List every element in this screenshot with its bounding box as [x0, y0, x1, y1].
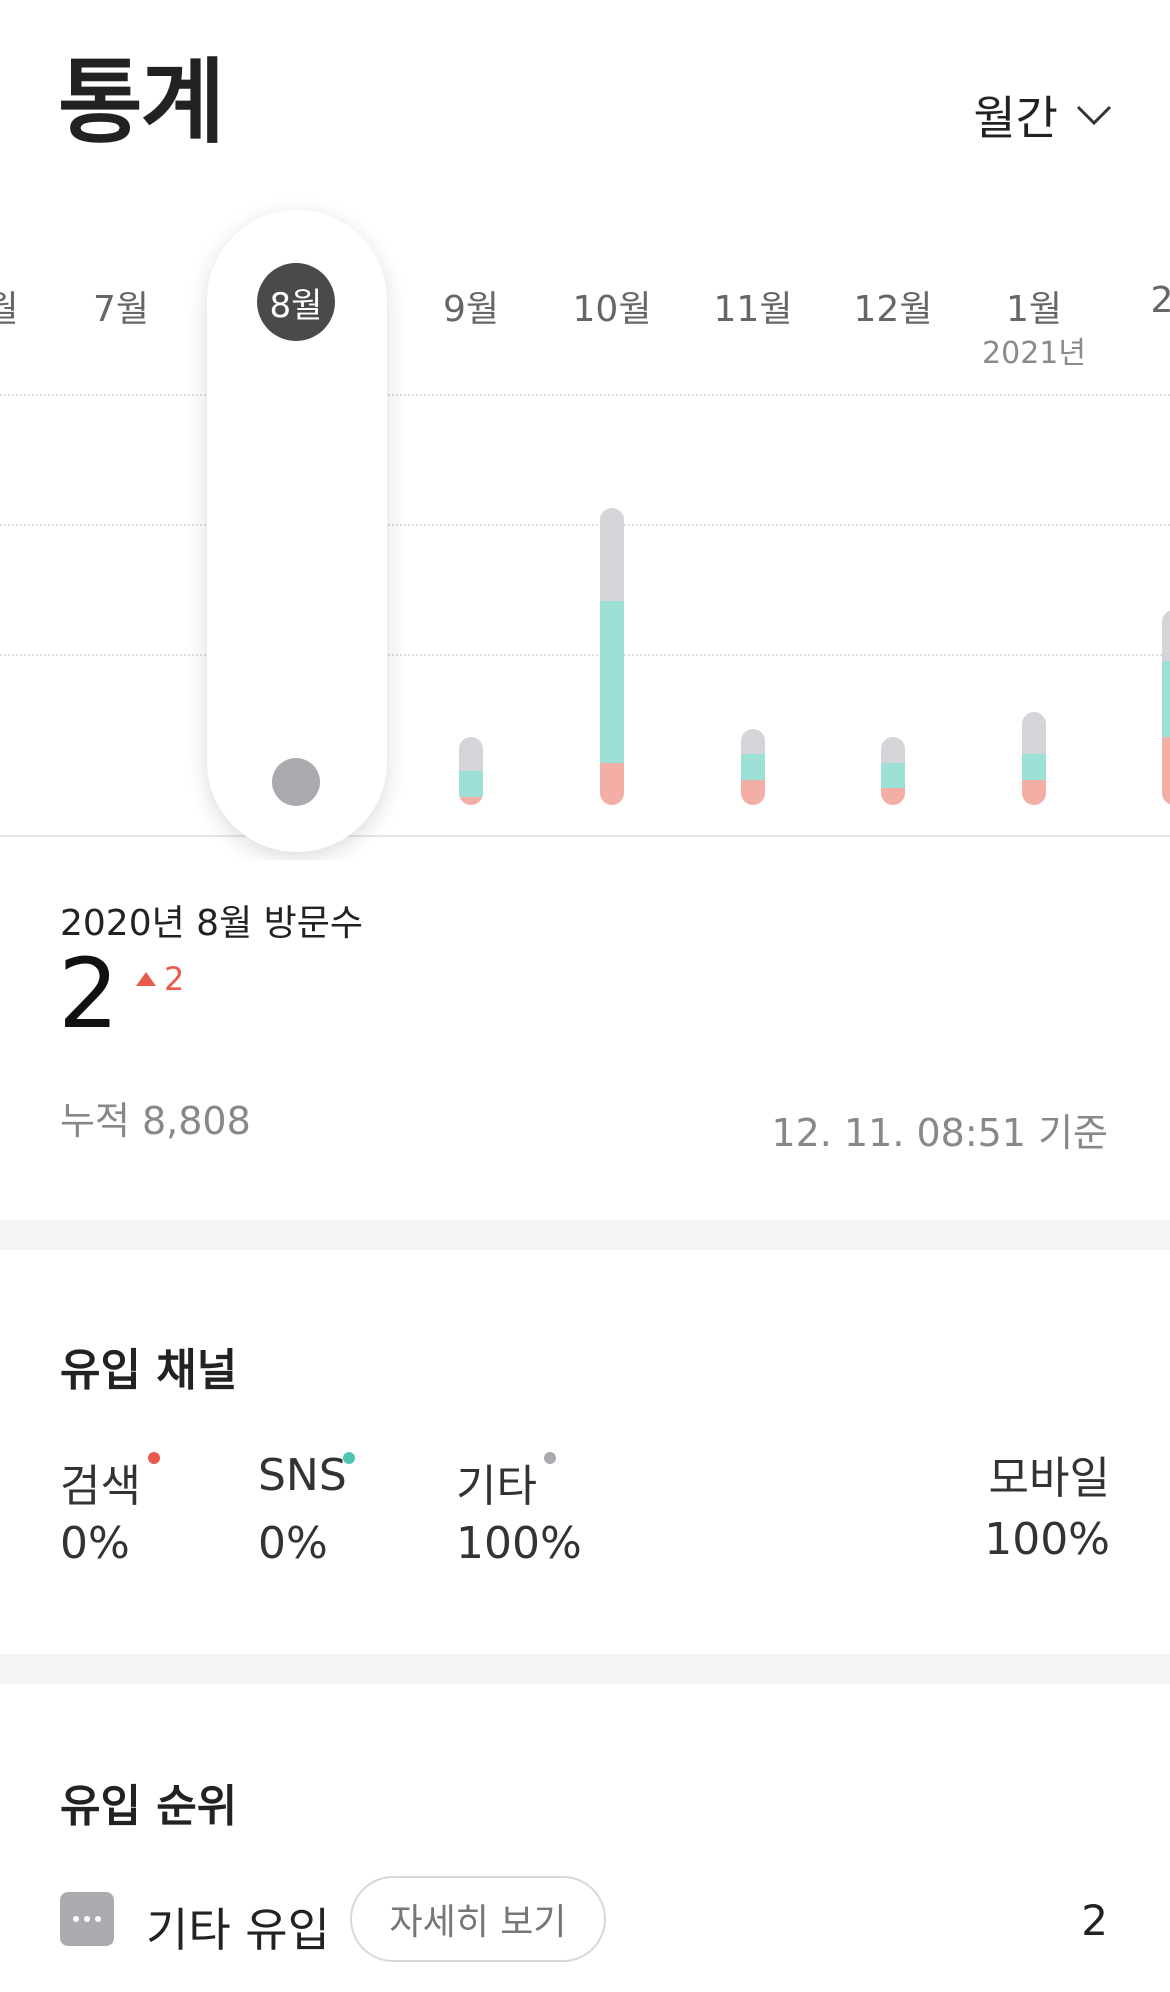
visits-delta: 2: [136, 960, 184, 998]
bar-2월[interactable]: [1162, 609, 1170, 805]
header: 통계 월간: [0, 0, 1170, 180]
bar-segment-other: [1162, 609, 1170, 661]
bar-1월[interactable]: [1022, 711, 1046, 805]
bar-segment-other: [881, 737, 905, 763]
bar-segment-other: [1022, 711, 1046, 754]
view-details-button[interactable]: 자세히 보기: [350, 1876, 606, 1962]
bar-segment-sns: [881, 762, 905, 788]
channel-other-label: 기타: [456, 1461, 537, 1512]
ranking-row-count: 2: [1081, 1896, 1108, 1945]
data-basis-time: 12. 11. 08:51 기준: [771, 1111, 1108, 1155]
bar-segment-other: [600, 507, 624, 601]
section-title-channels: 유입 채널: [60, 1345, 238, 1396]
chevron-down-icon: [1076, 104, 1112, 126]
ranking-row-label: 기타 유입: [146, 1903, 330, 1957]
visits-delta-value: 2: [164, 960, 185, 998]
section-divider: [0, 1654, 1170, 1684]
bar-segment-sns: [1022, 754, 1046, 780]
bar-segment-sns: [741, 754, 765, 780]
channel-sns-value: 0%: [258, 1518, 328, 1569]
gridline: [0, 394, 1170, 396]
gridline: [0, 524, 1170, 526]
month-label-10[interactable]: 10월: [573, 280, 652, 332]
channel-search-value: 0%: [60, 1518, 130, 1569]
more-dots-icon: [60, 1892, 114, 1946]
year-label: 2021년: [982, 336, 1086, 371]
month-label-12[interactable]: 12월: [854, 280, 933, 332]
month-label-9[interactable]: 9월: [443, 280, 499, 332]
ranking-row: 기타 유입 자세히 보기 2: [0, 1870, 1170, 1970]
channel-sns-label: SNS: [258, 1450, 347, 1501]
channel-other-value: 100%: [456, 1518, 582, 1569]
selected-month-empty-dot: [272, 758, 320, 806]
month-label-2-partial[interactable]: 2: [1151, 280, 1170, 321]
bar-segment-search: [1162, 737, 1170, 805]
bar-segment-other: [459, 737, 483, 771]
bar-segment-sns: [1162, 660, 1170, 737]
page-title: 통계: [58, 49, 225, 156]
device-mobile-value: 100%: [984, 1514, 1110, 1565]
bar-segment-other: [741, 728, 765, 754]
bar-12월[interactable]: [881, 737, 905, 805]
bar-11월[interactable]: [741, 728, 765, 805]
period-label: 월간: [973, 91, 1058, 145]
device-mobile-label: 모바일: [988, 1453, 1110, 1504]
arrow-up-icon: [136, 972, 156, 986]
bar-9월[interactable]: [459, 737, 483, 805]
visits-summary: 2020년 8월 방문수 2 2 누적 8,808 12. 11. 08:51 …: [0, 860, 1170, 1220]
bar-segment-sns: [459, 771, 483, 797]
channel-sns-dot: [343, 1452, 355, 1464]
gridline: [0, 654, 1170, 656]
channel-other-dot: [544, 1452, 556, 1464]
bar-segment-search: [459, 796, 483, 805]
bar-segment-search: [600, 762, 624, 805]
bar-segment-search: [1022, 779, 1046, 805]
section-divider: [0, 1220, 1170, 1250]
period-select[interactable]: 월간: [973, 82, 1112, 148]
visits-count: 2: [58, 938, 120, 1050]
channel-search-label: 검색: [60, 1461, 141, 1512]
month-label-1[interactable]: 1월: [1006, 280, 1062, 332]
monthly-visits-chart: 8월 월 7월 9월 10월 11월 12월 1월 2021년 2: [0, 180, 1170, 860]
channel-search-dot: [148, 1452, 160, 1464]
section-title-ranking: 유입 순위: [60, 1781, 238, 1832]
month-label-partial[interactable]: 월: [0, 280, 19, 332]
selected-month-badge: 8월: [257, 263, 335, 341]
bar-10월[interactable]: [600, 507, 624, 805]
month-label-11[interactable]: 11월: [714, 280, 793, 332]
bar-segment-sns: [600, 601, 624, 763]
bar-segment-search: [881, 788, 905, 805]
chart-baseline: [0, 835, 1170, 837]
bar-segment-search: [741, 779, 765, 805]
cumulative-visits: 누적 8,808: [60, 1099, 251, 1143]
month-label-7[interactable]: 7월: [93, 280, 149, 332]
inflow-channels: 유입 채널 검색 0% SNS 0% 기타 100% 모바일 100%: [0, 1250, 1170, 1654]
